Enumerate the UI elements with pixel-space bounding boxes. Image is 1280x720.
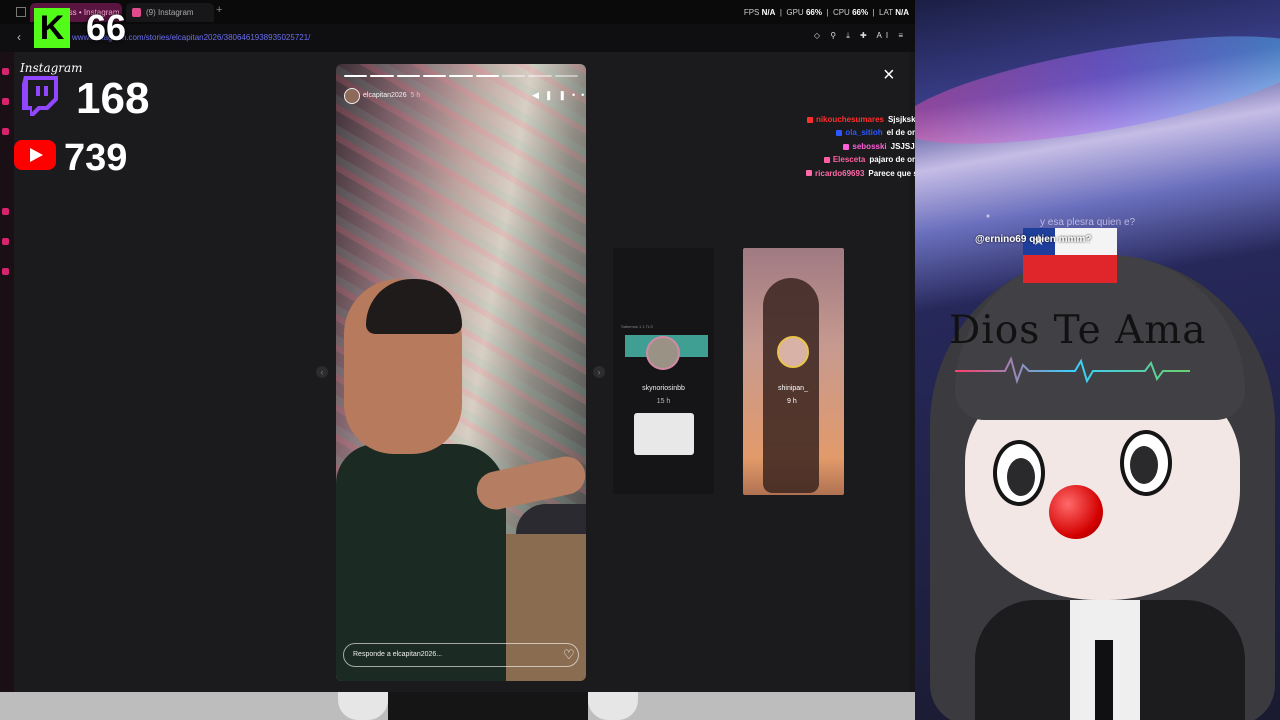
pause-icon[interactable]: ❚❚ <box>545 90 572 100</box>
dios-te-ama-banner: Dios Te Ama <box>949 308 1207 353</box>
chat-username: sebosski <box>852 141 887 151</box>
sidebar-app-icon[interactable] <box>2 268 9 275</box>
sidebar-app-icon[interactable] <box>2 128 9 135</box>
chat-text: JSJSJS <box>890 141 915 151</box>
more-options-icon[interactable]: ••• <box>572 90 586 100</box>
heart-icon[interactable]: ♡ <box>563 647 575 663</box>
clown-nose <box>1049 485 1103 539</box>
preview-time: 15 h <box>656 398 671 405</box>
progress-segment <box>501 75 526 77</box>
new-tab-button[interactable]: + <box>216 4 222 16</box>
address-bar: ‹ www.instagram.com/stories/elcapitan202… <box>0 24 915 53</box>
chat-text: el de oro <box>886 128 915 138</box>
fps-value: N/A <box>761 8 776 17</box>
tab-bar: (9) ...ss • Instagram (9) Instagram + FP… <box>0 0 915 24</box>
progress-segment <box>475 75 499 77</box>
chat-text: Parece que si <box>868 168 915 178</box>
story-controls[interactable]: ◀❚❚••• <box>532 90 586 101</box>
chat-text: pajaro de oro <box>869 155 915 165</box>
progress-segment <box>449 75 473 77</box>
cpu-value: 66% <box>852 8 869 17</box>
previous-story-icon[interactable]: ‹ <box>316 366 328 378</box>
chat-username: ola_sitioh <box>845 128 883 138</box>
chat-message: sebosskiJSJSJS <box>843 142 915 151</box>
browser-sidebar <box>0 52 14 692</box>
tab-label: (9) Instagram <box>146 8 194 17</box>
sidebar-app-icon[interactable] <box>2 98 9 105</box>
youtube-play-icon <box>30 148 43 162</box>
chat-badge-icon <box>836 130 843 137</box>
window-menu-icon[interactable] <box>16 7 26 17</box>
progress-segment <box>554 75 578 77</box>
chat-username: ricardo69693 <box>815 168 865 178</box>
chat-message: ricardo69693 Parece que si <box>806 169 915 178</box>
story-username[interactable]: elcapitan2026 5 h <box>363 92 420 99</box>
kick-logo-icon: K <box>34 8 70 48</box>
chat-message: ola_sitiohel de oro <box>836 128 915 137</box>
preview-avatar[interactable] <box>777 336 809 368</box>
progress-segment <box>370 75 394 77</box>
preview-username: shinipan_ <box>778 385 808 392</box>
twitch-viewer-count: 168 <box>76 74 150 123</box>
bottom-figure <box>388 692 588 720</box>
toolbar-icons[interactable]: ◇ ⚲ ⤓ ✚ AI ≡ <box>814 31 907 41</box>
browser-window: (9) ...ss • Instagram (9) Instagram + FP… <box>0 0 915 720</box>
preview-time: 9 h <box>787 398 797 405</box>
instagram-favicon-icon <box>132 8 141 17</box>
twitch-logo-icon <box>22 76 58 116</box>
story-progress-bar <box>344 75 578 77</box>
mute-icon[interactable]: ◀ <box>532 90 545 100</box>
story-avatar[interactable] <box>344 88 360 104</box>
sidebar-app-icon[interactable] <box>2 208 9 215</box>
kick-viewer-count: 66 <box>86 7 127 48</box>
vtuber-right-eye <box>1120 430 1172 496</box>
chat-badge-icon <box>806 116 813 123</box>
chat-badge-icon <box>843 143 850 150</box>
story-card[interactable]: elcapitan2026 5 h ◀❚❚••• Responde a elca… <box>336 64 586 681</box>
mention-overlay: @ernino69 quien mmm? <box>975 234 1092 245</box>
preview-username: skynoriosinbb <box>642 385 685 392</box>
tab-instagram[interactable]: (9) Instagram <box>126 3 214 22</box>
progress-segment <box>344 75 368 77</box>
next-story-icon[interactable]: › <box>593 366 605 378</box>
gpu-value: 66% <box>805 8 822 17</box>
progress-segment <box>396 75 420 77</box>
vtuber-tie <box>1095 640 1113 720</box>
chat-text: Sjsjksks <box>887 115 915 124</box>
vtuber-pupil <box>1130 446 1158 484</box>
chat-message: nikouchesumaresSjsjksks <box>806 115 915 124</box>
instagram-label: Instagram <box>20 61 83 75</box>
performance-stats: FPS N/A | GPU 66% | CPU 66% | LAT N/A <box>743 8 909 17</box>
vtuber-left-eye <box>993 440 1045 506</box>
sidebar-app-icon[interactable] <box>2 68 9 75</box>
story-preview-card[interactable]: Sabemos 1 1 TLS skynoriosinbb 15 h <box>613 248 714 494</box>
progress-segment <box>422 75 447 77</box>
back-arrow-icon[interactable]: ‹ <box>17 30 21 44</box>
vtuber-pupil <box>1007 458 1035 496</box>
progress-segment <box>528 75 552 77</box>
preview-caption: Sabemos 1 1 TLS <box>621 324 653 329</box>
youtube-viewer-count: 739 <box>64 137 128 179</box>
lat-value: N/A <box>895 8 909 17</box>
close-icon[interactable]: × <box>883 64 895 87</box>
story-preview-card[interactable]: shinipan_ 9 h <box>743 248 844 495</box>
chat-message: Elesceta pajaro de oro <box>823 155 915 165</box>
story-age: 5 h <box>410 92 421 99</box>
vtuber-panel: y esa plesra quien e? ★ @ernino69 quien … <box>915 0 1280 720</box>
chat-message-overlay: y esa plesra quien e? <box>1040 217 1136 228</box>
chat-username: Elesceta <box>832 155 866 165</box>
chat-badge-icon <box>806 170 813 177</box>
heartbeat-line-icon <box>955 356 1190 385</box>
reply-input[interactable]: Responde a elcapitan2026... <box>343 643 579 667</box>
sidebar-app-icon[interactable] <box>2 238 9 245</box>
chat-username: nikouchesumares <box>815 115 884 124</box>
preview-avatar[interactable] <box>646 336 680 370</box>
chat-badge-icon <box>823 157 830 164</box>
preview-image <box>634 413 694 455</box>
